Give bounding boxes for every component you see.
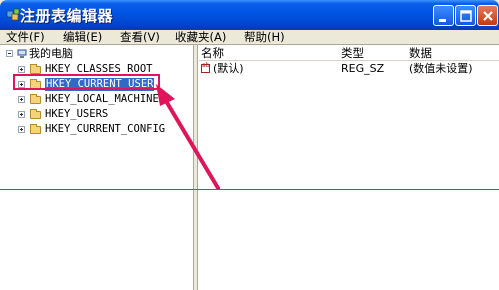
close-button[interactable] [477,5,498,26]
column-header-type[interactable]: 类型 [341,45,407,61]
title-bar[interactable]: 注册表编辑器 [0,0,499,30]
registry-editor-icon [6,8,20,21]
folder-icon [30,64,41,74]
value-name-cell[interactable]: (默认) [213,62,244,75]
folder-icon [30,109,41,119]
menu-help[interactable]: 帮助(H) [244,30,285,44]
menu-file[interactable]: 文件(F) [6,30,45,44]
tree-item-hkey-users[interactable]: HKEY_USERS [18,108,188,121]
value-data-cell: (数值未设置) [409,62,473,75]
column-header-name[interactable]: 名称 [201,45,339,61]
minimize-icon [439,19,446,22]
header-divider [199,60,499,61]
registry-editor-window: 注册表编辑器 文件(F) 编辑(E) 查看(V) 收藏夹(A) 帮助(H) 我的… [0,0,499,290]
minimize-button[interactable] [433,5,454,26]
string-value-icon [201,62,210,73]
menu-favorites[interactable]: 收藏夹(A) [175,30,226,44]
pane-splitter[interactable] [194,45,198,290]
registry-tree-pane[interactable]: 我的电脑 HKEY_CLASSES_ROOT HKEY_CURRENT_USER… [0,45,194,290]
expand-icon[interactable] [18,66,25,73]
tree-item-hkey-local-machine[interactable]: HKEY_LOCAL_MACHINE [18,93,188,106]
tree-item-label: HKEY_LOCAL_MACHINE [45,93,159,105]
tree-item-hkey-current-config[interactable]: HKEY_CURRENT_CONFIG [18,123,188,136]
annotation-guide-line [0,189,499,190]
folder-icon [30,124,41,134]
menu-bar: 文件(F) 编辑(E) 查看(V) 收藏夹(A) 帮助(H) [0,30,499,44]
value-type-cell: REG_SZ [341,62,385,75]
computer-icon [17,49,27,58]
window-title: 注册表编辑器 [20,7,114,25]
tree-item-label: HKEY_CURRENT_CONFIG [45,123,166,135]
tree-item-label: HKEY_USERS [45,108,109,120]
expand-icon[interactable] [18,96,25,103]
close-icon [483,11,493,21]
annotation-highlight-box [13,74,160,90]
collapse-icon[interactable] [6,50,13,57]
values-list-pane[interactable]: 名称 类型 数据 (默认) REG_SZ (数值未设置) [199,45,499,290]
tree-root-label: 我的电脑 [29,47,73,60]
menu-view[interactable]: 查看(V) [120,30,160,44]
maximize-icon [460,10,472,22]
tree-root-row[interactable]: 我的电脑 [6,47,186,60]
expand-icon[interactable] [18,126,25,133]
maximize-button[interactable] [455,5,476,26]
column-header-data[interactable]: 数据 [409,45,499,61]
menu-edit[interactable]: 编辑(E) [63,30,102,44]
client-area: 我的电脑 HKEY_CLASSES_ROOT HKEY_CURRENT_USER… [0,44,499,290]
expand-icon[interactable] [18,111,25,118]
folder-icon [30,94,41,104]
